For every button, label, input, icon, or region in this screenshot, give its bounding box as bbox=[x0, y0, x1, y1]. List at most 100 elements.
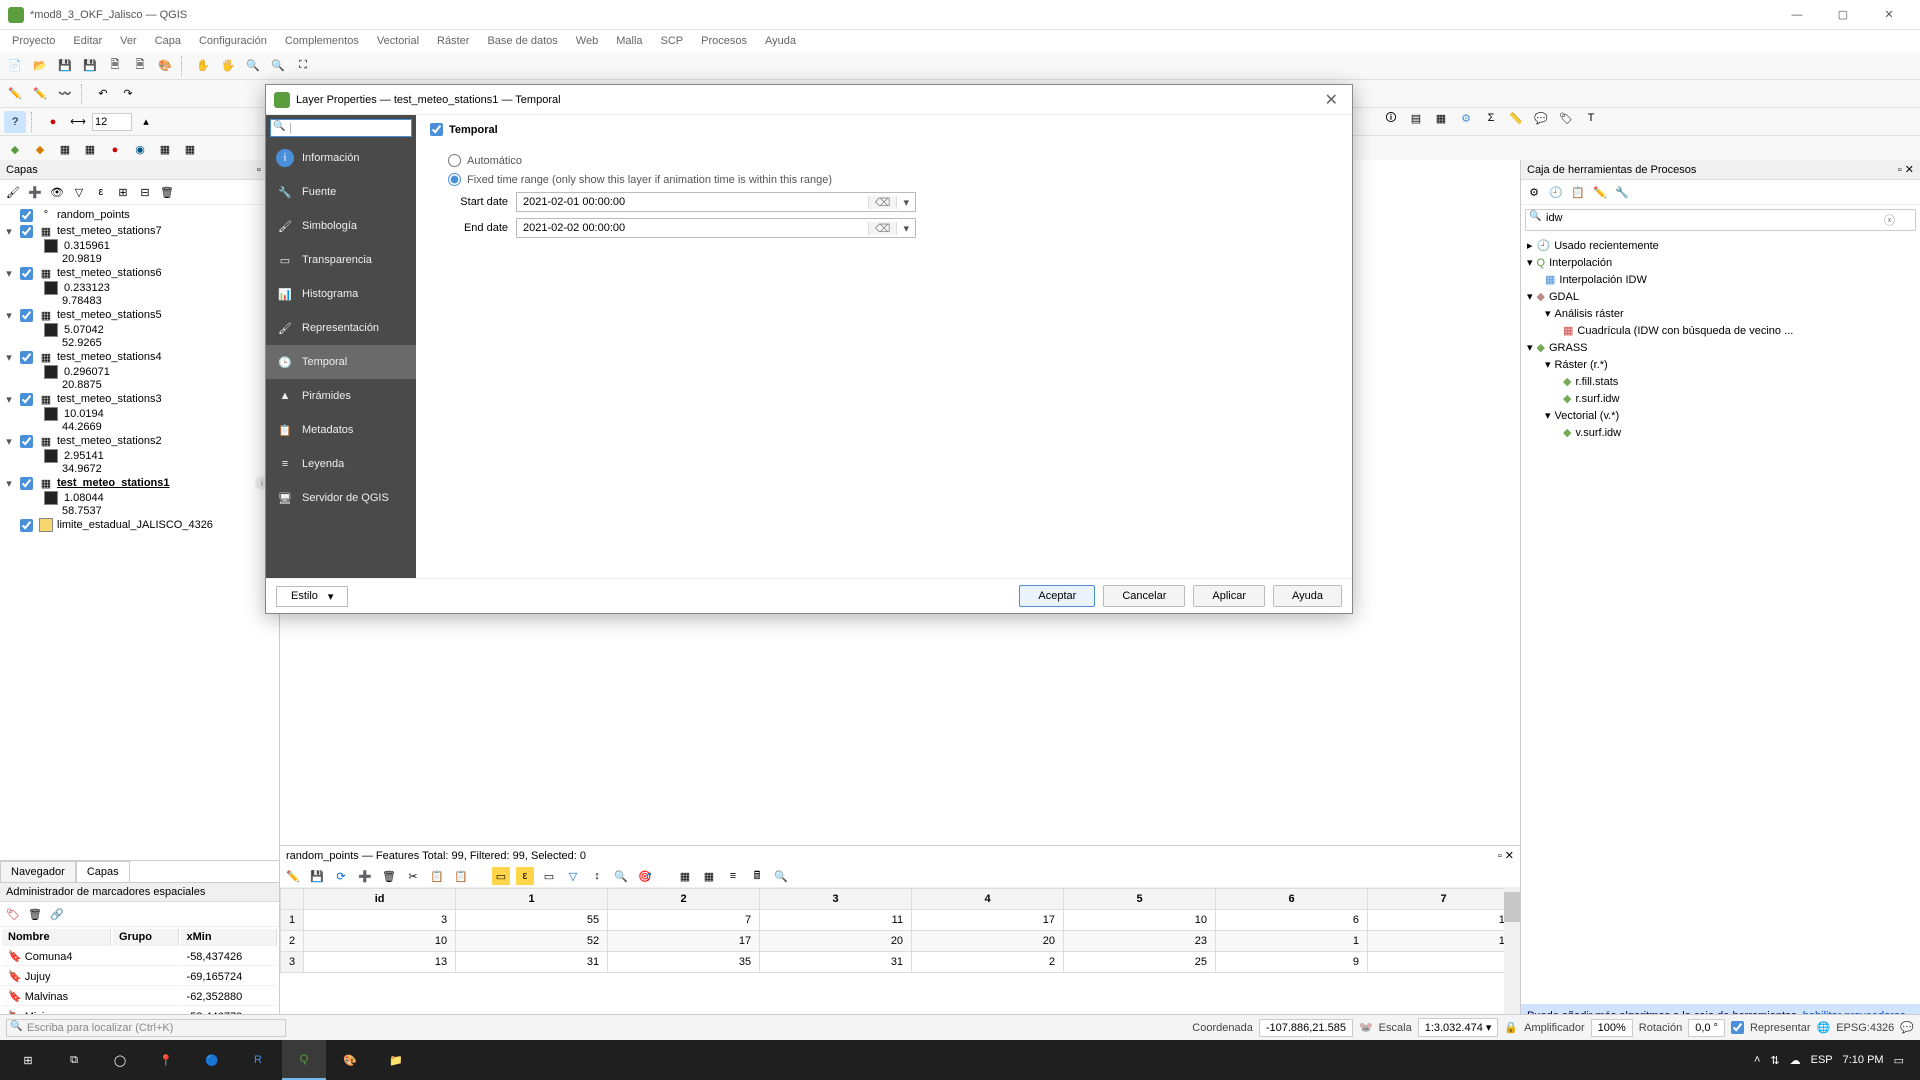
plugin5-icon[interactable]: ● bbox=[104, 139, 126, 161]
visibility-icon[interactable]: 👁 bbox=[48, 183, 66, 201]
layer-row[interactable]: ▾▦test_meteo_stations5 bbox=[4, 307, 275, 323]
attr-add-icon[interactable]: ➕ bbox=[356, 867, 374, 885]
attr-newfield-icon[interactable]: ▦ bbox=[676, 867, 694, 885]
amp-field[interactable]: 100% bbox=[1591, 1019, 1633, 1037]
attr-undock-icon[interactable]: ▫ ✕ bbox=[1498, 849, 1514, 862]
stats-icon[interactable]: Σ bbox=[1480, 107, 1502, 129]
maptips-icon[interactable]: 💬 bbox=[1530, 107, 1552, 129]
menu-capa[interactable]: Capa bbox=[147, 33, 189, 49]
identify-icon[interactable]: 🛈 bbox=[1380, 107, 1402, 129]
menu-procesos[interactable]: Procesos bbox=[693, 33, 755, 49]
plugin6-icon[interactable]: ◉ bbox=[129, 139, 151, 161]
clear-search-icon[interactable]: ⓧ bbox=[1884, 212, 1895, 228]
tray-sync-icon[interactable]: ⇅ bbox=[1770, 1054, 1779, 1067]
collapse-icon[interactable]: ⊟ bbox=[136, 183, 154, 201]
attr-edit-icon[interactable]: ✏️ bbox=[284, 867, 302, 885]
menu-ayuda[interactable]: Ayuda bbox=[757, 33, 804, 49]
remove-layer-icon[interactable]: 🗑 bbox=[158, 183, 176, 201]
end-clear-icon[interactable]: ⌫ bbox=[868, 222, 897, 235]
field-calc-icon[interactable]: ▦ bbox=[1430, 107, 1452, 129]
bookmarks-table[interactable]: Nombre Grupo xMin 🔖 Comuna4-58,437426🔖 J… bbox=[0, 927, 279, 1028]
accept-button[interactable]: Aceptar bbox=[1019, 585, 1095, 607]
plugin8-icon[interactable]: ▦ bbox=[179, 139, 201, 161]
menu-vectorial[interactable]: Vectorial bbox=[369, 33, 427, 49]
spin-up-icon[interactable]: ▴ bbox=[135, 111, 157, 133]
expr-filter-icon[interactable]: ε bbox=[92, 183, 110, 201]
digitize-icon[interactable]: 〰️ bbox=[54, 83, 76, 105]
help-icon[interactable]: ? bbox=[4, 111, 26, 133]
new-project-icon[interactable]: 📄 bbox=[4, 55, 26, 77]
messages-icon[interactable]: 💬 bbox=[1900, 1021, 1914, 1034]
spin-input[interactable] bbox=[92, 113, 132, 131]
extents-icon[interactable]: 🐭 bbox=[1359, 1021, 1373, 1034]
help-button[interactable]: Ayuda bbox=[1273, 585, 1342, 607]
menu-raster[interactable]: Ráster bbox=[429, 33, 477, 49]
attr-save-icon[interactable]: 💾 bbox=[308, 867, 326, 885]
apply-button[interactable]: Aplicar bbox=[1193, 585, 1265, 607]
cortana-icon[interactable]: ◯ bbox=[98, 1040, 142, 1080]
bookmark-row[interactable]: 🔖 Comuna4-58,437426 bbox=[2, 948, 277, 966]
plugin2-icon[interactable]: ◆ bbox=[29, 139, 51, 161]
start-icon[interactable]: ⊞ bbox=[6, 1040, 50, 1080]
edits-icon[interactable]: ✏️ bbox=[29, 83, 51, 105]
menu-configuracion[interactable]: Configuración bbox=[191, 33, 275, 49]
saveas-icon[interactable]: 💾 bbox=[79, 55, 101, 77]
layers-tree[interactable]: °random_points▾▦test_meteo_stations70.31… bbox=[0, 205, 279, 860]
dialog-search[interactable]: | bbox=[270, 119, 412, 137]
side-fuente[interactable]: 🔧Fuente bbox=[266, 175, 416, 209]
attr-select-icon[interactable]: ▭ bbox=[492, 867, 510, 885]
menu-complementos[interactable]: Complementos bbox=[277, 33, 367, 49]
attr-dock-icon[interactable]: 🔍 bbox=[772, 867, 790, 885]
text-annotation-icon[interactable]: T bbox=[1580, 107, 1602, 129]
menu-ver[interactable]: Ver bbox=[112, 33, 145, 49]
toolbox-tree[interactable]: ▸🕘Usado recientemente ▾QInterpolación ▦I… bbox=[1521, 235, 1920, 1004]
menu-proyecto[interactable]: Proyecto bbox=[4, 33, 63, 49]
layer-row[interactable]: ▾▦test_meteo_stations7 bbox=[4, 223, 275, 239]
bookmark-add-icon[interactable]: 🏷 bbox=[4, 905, 22, 923]
crs-label[interactable]: EPSG:4326 bbox=[1836, 1022, 1894, 1034]
radio-automatico[interactable] bbox=[448, 154, 461, 167]
scale-field[interactable]: 1:3.032.474 ▾ bbox=[1418, 1018, 1499, 1037]
attr-conditional-icon[interactable]: ≡ bbox=[724, 867, 742, 885]
cancel-button[interactable]: Cancelar bbox=[1103, 585, 1185, 607]
plugin3-icon[interactable]: ▦ bbox=[54, 139, 76, 161]
slider-icon[interactable]: ⟷ bbox=[67, 111, 89, 133]
side-representacion[interactable]: 🖌Representación bbox=[266, 311, 416, 345]
attr-calc-icon[interactable]: 🖩 bbox=[748, 867, 766, 885]
zoom-in-icon[interactable]: 🔍 bbox=[242, 55, 264, 77]
dialog-close-icon[interactable]: ✕ bbox=[1319, 90, 1344, 110]
zoom-full-icon[interactable]: ⛶ bbox=[292, 55, 314, 77]
attr-scrollbar[interactable] bbox=[1504, 888, 1520, 1020]
paint-icon[interactable]: 🎨 bbox=[328, 1040, 372, 1080]
attr-deselect-icon[interactable]: ▭ bbox=[540, 867, 558, 885]
attr-reload-icon[interactable]: ⟳ bbox=[332, 867, 350, 885]
locator-search[interactable]: Escriba para localizar (Ctrl+K) bbox=[6, 1019, 286, 1037]
radio-fixed[interactable] bbox=[448, 173, 461, 186]
end-date-input[interactable]: ⌫ ▾ bbox=[516, 218, 916, 238]
toolbox-model-icon[interactable]: ⚙ bbox=[1525, 183, 1543, 201]
toolbox-search[interactable]: idw ⓧ bbox=[1525, 209, 1916, 231]
side-simbologia[interactable]: 🖌Simbología bbox=[266, 209, 416, 243]
attr-pansel-icon[interactable]: 🎯 bbox=[636, 867, 654, 885]
start-date-field[interactable] bbox=[517, 193, 868, 211]
filter-legend-icon[interactable]: ▽ bbox=[70, 183, 88, 201]
open-project-icon[interactable]: 📂 bbox=[29, 55, 51, 77]
red-circle-icon[interactable]: ● bbox=[42, 111, 64, 133]
style-dock-icon[interactable]: 🖌 bbox=[4, 183, 22, 201]
redo-icon[interactable]: ↷ bbox=[117, 83, 139, 105]
add-group-icon[interactable]: ➕ bbox=[26, 183, 44, 201]
tray-up-icon[interactable]: ˄ bbox=[1754, 1054, 1760, 1066]
attr-table-icon[interactable]: ▤ bbox=[1405, 107, 1427, 129]
expand-icon[interactable]: ⊞ bbox=[114, 183, 132, 201]
tab-navegador[interactable]: Navegador bbox=[0, 861, 76, 882]
side-servidor[interactable]: 🖥Servidor de QGIS bbox=[266, 481, 416, 515]
attr-movesel-icon[interactable]: ↕ bbox=[588, 867, 606, 885]
crs-icon[interactable]: 🌐 bbox=[1817, 1021, 1831, 1034]
rot-field[interactable]: 0,0 ° bbox=[1688, 1019, 1725, 1037]
tray-cloud-icon[interactable]: ☁ bbox=[1790, 1054, 1801, 1067]
attr-zoomsel-icon[interactable]: 🔍 bbox=[612, 867, 630, 885]
toolbox-gear-icon[interactable]: ⚙ bbox=[1455, 107, 1477, 129]
bookmark-col-grupo[interactable]: Grupo bbox=[113, 929, 179, 946]
bookmark-col-nombre[interactable]: Nombre bbox=[2, 929, 111, 946]
undo-icon[interactable]: ↶ bbox=[92, 83, 114, 105]
